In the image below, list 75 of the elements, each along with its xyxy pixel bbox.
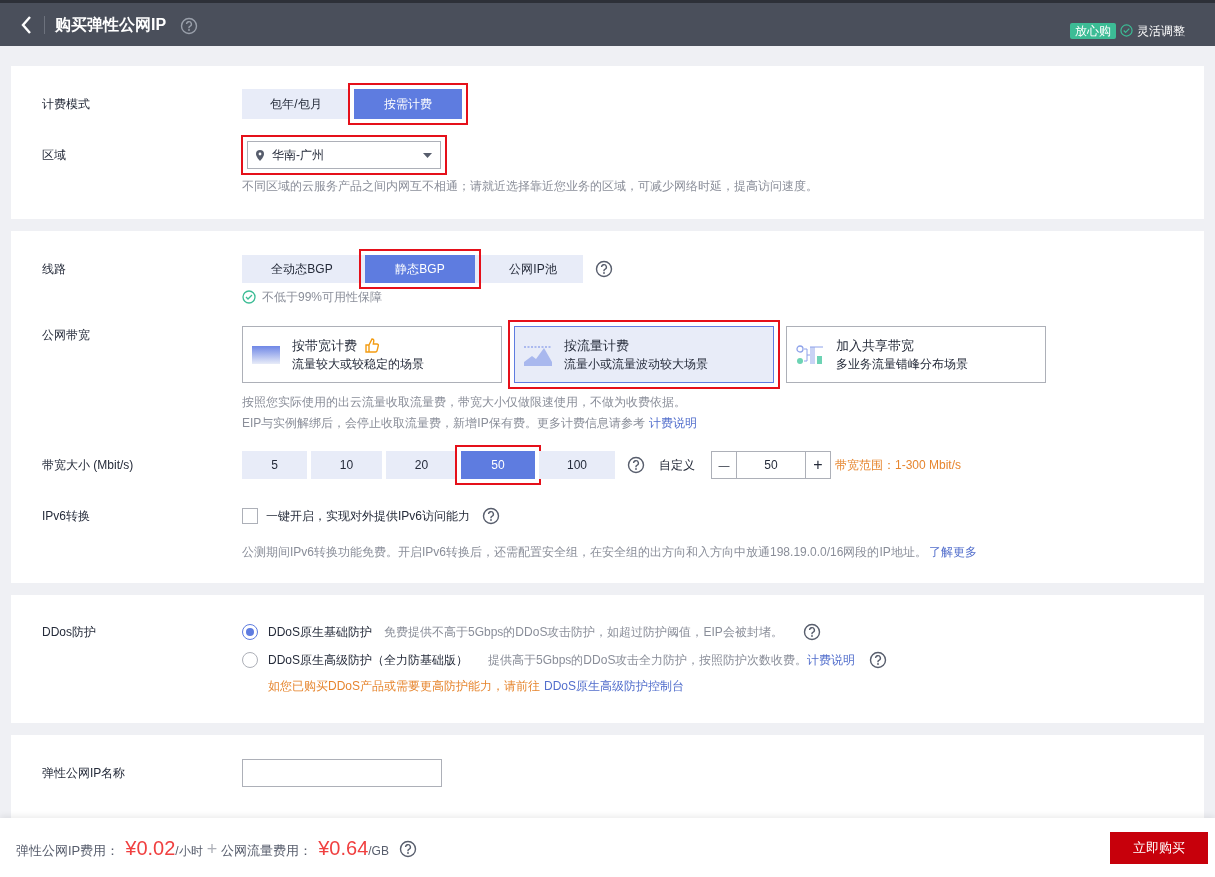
option-button[interactable]: 50 bbox=[461, 451, 535, 479]
hint-text: 不同区域的云服务产品之间内网互不相通；请就近选择靠近您业务的区域，可减少网络时延，提高访问速度。 bbox=[242, 179, 818, 193]
range-text: 带宽范围：1-300 Mbit/s bbox=[835, 457, 962, 474]
feature-text: 灵活调整 bbox=[1137, 22, 1185, 40]
help-icon[interactable] bbox=[595, 260, 613, 278]
decrement-button[interactable]: — bbox=[712, 452, 737, 478]
help-icon[interactable] bbox=[398, 839, 417, 858]
help-icon[interactable] bbox=[482, 507, 500, 525]
option-button[interactable]: 100 bbox=[539, 451, 615, 479]
fee-label: 弹性公网IP费用： bbox=[16, 841, 120, 860]
option-button[interactable]: 按需计费 bbox=[354, 89, 462, 119]
option-button[interactable]: 10 bbox=[311, 451, 382, 479]
price-text: ¥0.64 bbox=[318, 835, 369, 861]
description-text: 免费提供不高于5Gbps的DDoS攻击防护，如超过防护阈值，EIP会被封堵。 bbox=[384, 624, 783, 641]
buy-now-button[interactable]: 立即购买 bbox=[1110, 831, 1208, 864]
option-title: 加入共享带宽 bbox=[836, 336, 914, 355]
billing-option-card[interactable]: 按流量计费 流量小或流量波动较大场景 bbox=[514, 326, 774, 383]
check-icon bbox=[1120, 24, 1133, 37]
checkbox[interactable] bbox=[242, 508, 258, 524]
field-label: IPv6转换 bbox=[42, 509, 90, 523]
field-label: 计费模式 bbox=[42, 97, 90, 111]
checkbox-label: 一键开启，实现对外提供IPv6访问能力 bbox=[266, 508, 470, 525]
option-button[interactable]: 5 bbox=[242, 451, 307, 479]
note-text: 按照您实际使用的出云流量收取流量费，带宽大小仅做限速使用，不做为收费依据。 bbox=[242, 395, 686, 409]
badge: 放心购 bbox=[1070, 22, 1116, 39]
option-subtitle: 流量小或流量波动较大场景 bbox=[564, 356, 708, 374]
check-icon bbox=[242, 290, 256, 304]
learn-more-link[interactable]: 了解更多 bbox=[928, 543, 977, 561]
billing-option-card[interactable]: 加入共享带宽 多业务流量错峰分布场景 bbox=[786, 326, 1046, 383]
pricing-link[interactable]: 计费说明 bbox=[807, 651, 856, 669]
option-subtitle: 流量较大或较稳定的场景 bbox=[292, 356, 424, 374]
page-title: 购买弹性公网IP bbox=[55, 14, 167, 35]
guarantee-text: 不低于99%可用性保障 bbox=[262, 289, 383, 306]
option-button[interactable]: 静态BGP bbox=[365, 255, 475, 283]
unit-text: /GB bbox=[368, 843, 389, 860]
radio-label: DDoS原生基础防护 bbox=[268, 624, 372, 641]
field-label: 弹性公网IP名称 bbox=[42, 766, 126, 780]
field-label: 公网带宽 bbox=[42, 328, 90, 342]
option-title: 按带宽计费 bbox=[292, 336, 357, 355]
back-icon[interactable] bbox=[20, 14, 34, 35]
help-icon[interactable] bbox=[180, 16, 199, 35]
help-icon[interactable] bbox=[627, 456, 645, 474]
custom-label: 自定义 bbox=[659, 457, 695, 474]
bandwidth-stepper[interactable]: — 50 + bbox=[711, 451, 831, 479]
radio-label: DDoS原生高级防护（全力防基础版） bbox=[268, 652, 468, 669]
option-subtitle: 多业务流量错峰分布场景 bbox=[836, 356, 968, 374]
unit-text: /小时 bbox=[175, 843, 203, 860]
field-label: 线路 bbox=[42, 262, 66, 276]
option-title: 按流量计费 bbox=[564, 336, 629, 355]
notice-text: 如您已购买DDoS产品或需要更高防护能力，请前往 bbox=[268, 678, 540, 695]
bandwidth-input[interactable]: 50 bbox=[737, 452, 805, 478]
name-input-field[interactable] bbox=[242, 759, 442, 787]
dropdown-arrow-icon bbox=[423, 152, 432, 158]
description-text: 提供高于5Gbps的DDoS攻击全力防护，按照防护次数收费。 bbox=[488, 652, 808, 669]
increment-button[interactable]: + bbox=[805, 452, 830, 478]
fee-label: 公网流量费用： bbox=[221, 841, 313, 860]
location-pin-icon bbox=[256, 149, 264, 161]
field-label: DDos防护 bbox=[42, 625, 96, 639]
plus-sign: + bbox=[206, 837, 218, 861]
area-chart-icon bbox=[524, 343, 552, 366]
shared-bandwidth-icon bbox=[796, 343, 824, 366]
region-select[interactable]: 华南-广州 bbox=[247, 141, 441, 169]
pricing-link[interactable]: 计费说明 bbox=[648, 413, 697, 434]
help-icon[interactable] bbox=[802, 623, 821, 641]
option-button[interactable]: 包年/包月 bbox=[242, 89, 350, 119]
console-link[interactable]: DDoS原生高级防护控制台 bbox=[544, 677, 685, 695]
bar-chart-icon bbox=[252, 343, 280, 366]
note-text: 公测期间IPv6转换功能免费。开启IPv6转换后，还需配置安全组，在安全组的出方向和入方向中放通198.19.0.0/16网段的IP地址。 bbox=[242, 544, 927, 561]
field-label: 带宽大小 (Mbit/s) bbox=[42, 458, 134, 472]
price-text: ¥0.02 bbox=[125, 835, 176, 861]
help-icon[interactable] bbox=[869, 651, 888, 669]
note-text: EIP与实例解绑后，会停止收取流量费，新增IP保有费。更多计费信息请参考 bbox=[242, 415, 645, 432]
option-button[interactable]: 20 bbox=[386, 451, 457, 479]
field-label: 区域 bbox=[42, 148, 66, 162]
billing-option-card[interactable]: 按带宽计费 流量较大或较稳定的场景 bbox=[242, 326, 502, 383]
